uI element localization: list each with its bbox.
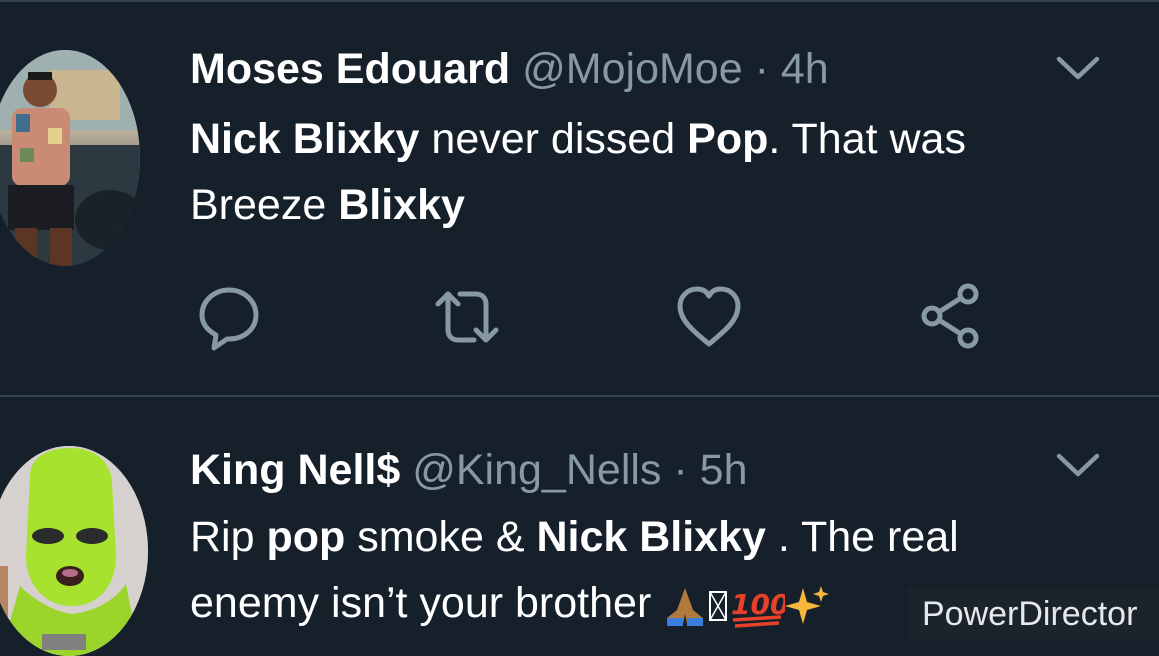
avatar[interactable] [0,50,140,266]
text-segment: Blixky [338,181,465,229]
chevron-down-icon[interactable] [1055,450,1101,480]
avatar[interactable] [0,446,148,656]
text-segment: never dissed [419,115,688,163]
tweet-divider [0,395,1159,397]
text-segment: Nick Blixky [190,115,420,163]
user-handle[interactable]: @King_Nells [412,446,661,494]
tweet-header: Moses Edouard @MojoMoe · 4h [190,48,829,91]
tweet-header: King Nell$ @King_Nells · 5h [190,449,748,492]
display-name[interactable]: Moses Edouard [190,45,510,93]
hundred-points-emoji: 100 [731,588,785,628]
text-segment: Rip [190,513,267,561]
share-icon[interactable] [916,282,986,352]
missing-glyph-icon [709,590,728,621]
avatar-photo [0,446,148,656]
text-segment: . The real [765,513,959,561]
reply-icon[interactable] [194,282,264,352]
tweet-text: Nick Blixky never dissed Pop. That was B… [190,106,1090,238]
tweet-text-line-2: Breeze Blixky [190,172,1090,238]
text-segment: Pop [687,115,769,163]
timestamp[interactable]: 4h [781,45,829,93]
tweet-text-line-1: Nick Blixky never dissed Pop. That was [190,106,1090,172]
sparkles-emoji [785,585,830,624]
tweet-1[interactable]: Moses Edouard @MojoMoe · 4h Nick Blixky … [0,0,1159,396]
avatar-photo [0,50,140,266]
text-segment: . That was [768,115,966,163]
text-segment: smoke & [345,513,537,561]
tweet-text-line-1: Rip pop smoke & Nick Blixky . The real [190,504,1090,570]
chevron-down-icon[interactable] [1055,53,1101,83]
separator-dot: · [673,446,688,494]
separator-dot: · [754,45,769,93]
user-handle[interactable]: @MojoMoe [522,45,743,93]
display-name[interactable]: King Nell$ [190,446,400,494]
text-segment: Breeze [190,181,339,229]
action-bar [0,282,1159,352]
folded-hands-emoji [667,587,704,626]
timestamp[interactable]: 5h [700,446,748,494]
text-segment: enemy isn’t your brother [190,579,664,627]
text-segment: pop [266,513,346,561]
powerdirector-watermark: PowerDirector [908,588,1159,640]
text-segment: Nick Blixky [536,513,766,561]
like-heart-icon[interactable] [674,282,744,352]
retweet-icon[interactable] [432,282,502,352]
